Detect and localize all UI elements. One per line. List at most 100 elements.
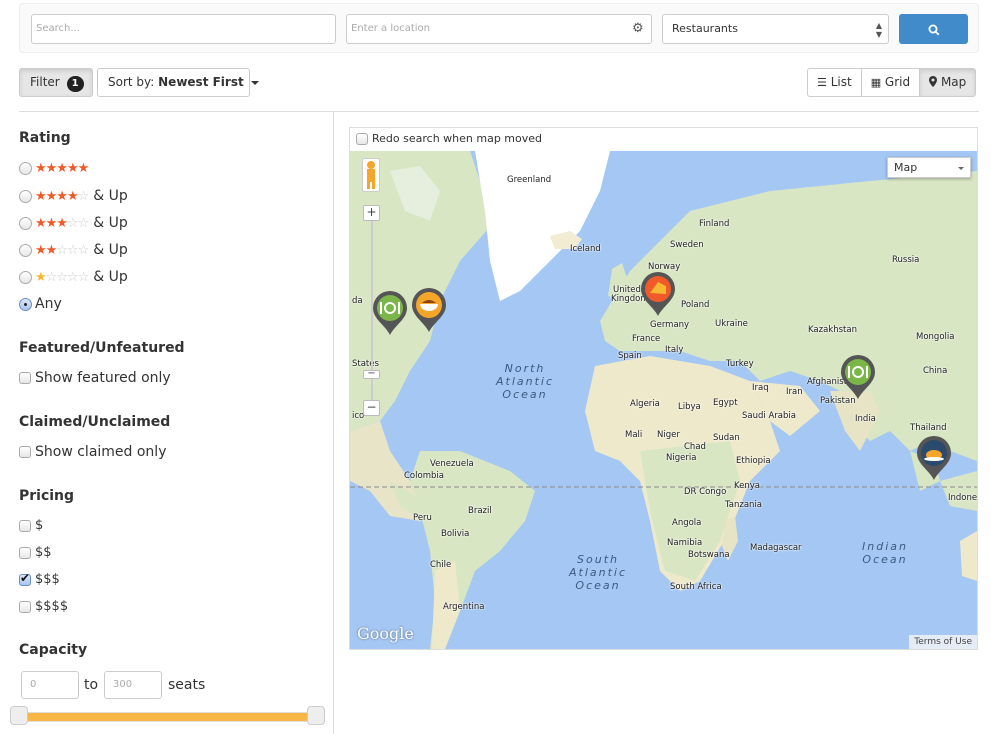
- caret-down-icon: [250, 80, 259, 85]
- gear-icon[interactable]: ⚙: [632, 22, 645, 35]
- zoom-slider-handle[interactable]: −: [363, 369, 380, 379]
- street-view-pegman[interactable]: [362, 158, 380, 192]
- search-button[interactable]: [899, 14, 968, 44]
- rating-radio[interactable]: [19, 189, 32, 203]
- capacity-min-input[interactable]: 0: [21, 671, 79, 699]
- country-label: Poland: [681, 300, 710, 310]
- rating-option-4[interactable]: ★★★★☆ & Up: [19, 188, 128, 204]
- location-placeholder: Enter a location: [351, 23, 431, 34]
- pricing-checkbox-checked[interactable]: [19, 571, 31, 586]
- rating-radio[interactable]: [19, 270, 32, 284]
- location-input[interactable]: Enter a location ⚙: [346, 14, 652, 44]
- pricing-option-2[interactable]: $$: [19, 545, 52, 560]
- featured-option[interactable]: Show featured only: [19, 370, 171, 386]
- capacity-to-label: to: [84, 677, 99, 693]
- country-label: South Africa: [670, 582, 722, 592]
- country-label: Sudan: [713, 433, 740, 443]
- grid-view-button[interactable]: ▦ Grid: [860, 68, 921, 97]
- map-panel: Redo search when map moved Greenland Ice…: [349, 127, 978, 650]
- category-select[interactable]: Restaurants ▲ ▼: [662, 14, 889, 44]
- rating-suffix: & Up: [93, 242, 128, 258]
- rating-any-label: Any: [35, 296, 62, 312]
- pricing-option-4[interactable]: $$$$: [19, 599, 68, 614]
- search-icon: [928, 24, 939, 35]
- country-label: Namibia: [667, 538, 703, 548]
- pricing-option-1[interactable]: $: [19, 518, 43, 533]
- ocean-label: North Atlantic Ocean: [495, 362, 555, 401]
- country-label: Saudi Arabia: [742, 411, 796, 421]
- capacity-slider-min-handle[interactable]: [10, 706, 28, 725]
- country-label: China: [923, 366, 948, 376]
- rating-option-3[interactable]: ★★★☆☆ & Up: [19, 215, 128, 231]
- featured-title: Featured/Unfeatured: [19, 340, 185, 356]
- rating-suffix: & Up: [93, 215, 128, 231]
- pricing-option-3[interactable]: $$$: [19, 571, 60, 587]
- map-type-value: Map: [894, 161, 918, 174]
- sort-prefix: Sort by:: [108, 75, 155, 89]
- country-label: Indone: [948, 493, 977, 503]
- pricing-checkbox[interactable]: [19, 519, 31, 532]
- redo-search-checkbox[interactable]: [356, 132, 368, 145]
- claimed-label: Show claimed only: [35, 444, 167, 460]
- claimed-checkbox[interactable]: [19, 446, 31, 458]
- restaurant-marker[interactable]: [839, 353, 877, 401]
- rating-option-2[interactable]: ★★☆☆☆ & Up: [19, 242, 128, 258]
- claimed-option[interactable]: Show claimed only: [19, 444, 166, 460]
- caret-down-icon: [958, 167, 964, 170]
- country-label: da: [352, 296, 363, 306]
- filter-count-badge: 1: [66, 76, 84, 92]
- country-label: Ukraine: [715, 319, 748, 329]
- country-label: Argentina: [443, 602, 485, 612]
- rating-radio[interactable]: [19, 162, 32, 175]
- rating-option-5[interactable]: ★★★★★: [19, 161, 93, 176]
- rating-title: Rating: [19, 130, 71, 146]
- map-type-dropdown[interactable]: Map: [887, 157, 971, 178]
- rating-suffix: & Up: [93, 188, 128, 204]
- restaurant-marker[interactable]: [371, 289, 409, 337]
- featured-checkbox[interactable]: [19, 372, 31, 384]
- pricing-label: $$$: [35, 572, 60, 587]
- chicken-marker[interactable]: [915, 434, 953, 482]
- capacity-slider-track[interactable]: [15, 712, 319, 722]
- two-stars-icon: ★★☆☆☆: [35, 242, 89, 258]
- country-label: Libya: [678, 402, 701, 412]
- country-label: Chile: [430, 560, 452, 570]
- map-canvas[interactable]: Greenland Iceland Finland Sweden Norway …: [350, 151, 977, 649]
- rating-radio-selected[interactable]: [19, 297, 32, 311]
- category-selected: Restaurants: [672, 22, 738, 35]
- rating-option-any[interactable]: Any: [19, 296, 62, 312]
- cheese-marker[interactable]: [639, 270, 677, 318]
- terms-of-use-link[interactable]: Terms of Use: [909, 635, 977, 649]
- country-label: India: [855, 414, 876, 424]
- pricing-checkbox[interactable]: [19, 600, 31, 613]
- capacity-max-input[interactable]: 300: [104, 671, 162, 699]
- country-label: Greenland: [507, 175, 552, 185]
- capacity-slider-max-handle[interactable]: [307, 706, 325, 725]
- country-label: Venezuela: [430, 459, 474, 469]
- country-label: Ethiopia: [736, 456, 771, 466]
- rating-radio[interactable]: [19, 216, 32, 230]
- pricing-checkbox[interactable]: [19, 546, 31, 559]
- country-label: Sweden: [670, 240, 704, 250]
- search-input[interactable]: Search...: [31, 14, 336, 44]
- country-label: Niger: [657, 430, 680, 440]
- zoom-in-button[interactable]: +: [363, 205, 380, 221]
- zoom-out-button[interactable]: −: [363, 400, 380, 416]
- country-label: Colombia: [404, 471, 444, 481]
- filter-button[interactable]: Filter 1: [19, 68, 93, 97]
- sort-dropdown[interactable]: Sort by: Newest First: [97, 68, 259, 97]
- list-view-button[interactable]: ☰ List: [807, 68, 862, 97]
- country-label: Egypt: [713, 398, 738, 408]
- country-label: Spain: [618, 351, 642, 361]
- rating-radio[interactable]: [19, 243, 32, 257]
- pricing-label: $$$$: [35, 599, 69, 614]
- rating-option-1[interactable]: ★☆☆☆☆ & Up: [19, 269, 128, 285]
- redo-search-option[interactable]: Redo search when map moved: [356, 132, 542, 145]
- rating-suffix: & Up: [93, 269, 128, 285]
- map-view-button[interactable]: Map: [919, 68, 977, 97]
- country-label: Iraq: [752, 383, 769, 393]
- four-stars-icon: ★★★★☆: [35, 188, 89, 204]
- claimed-title: Claimed/Unclaimed: [19, 414, 171, 430]
- pricing-label: $$: [35, 545, 52, 560]
- noodle-marker[interactable]: [410, 286, 448, 334]
